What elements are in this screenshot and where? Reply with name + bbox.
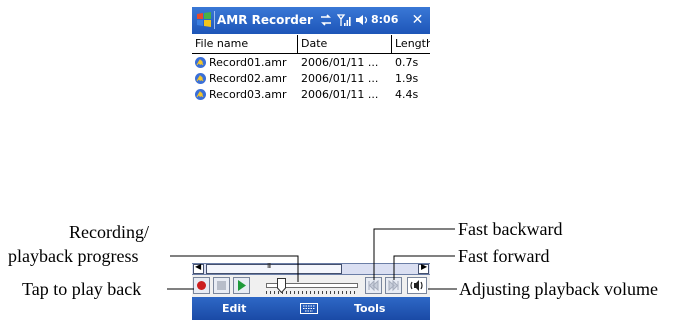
callout-lines [167,228,457,290]
callout-fast-backward: Fast backward [458,219,563,239]
callout-tap-to-play: Tap to play back [22,279,142,299]
callout-progress-line1: Recording/ [69,222,149,242]
callout-progress-line2: playback progress [8,246,139,266]
callout-adjust-volume: Adjusting playback volume [459,279,658,299]
callout-fast-forward: Fast forward [458,246,550,266]
